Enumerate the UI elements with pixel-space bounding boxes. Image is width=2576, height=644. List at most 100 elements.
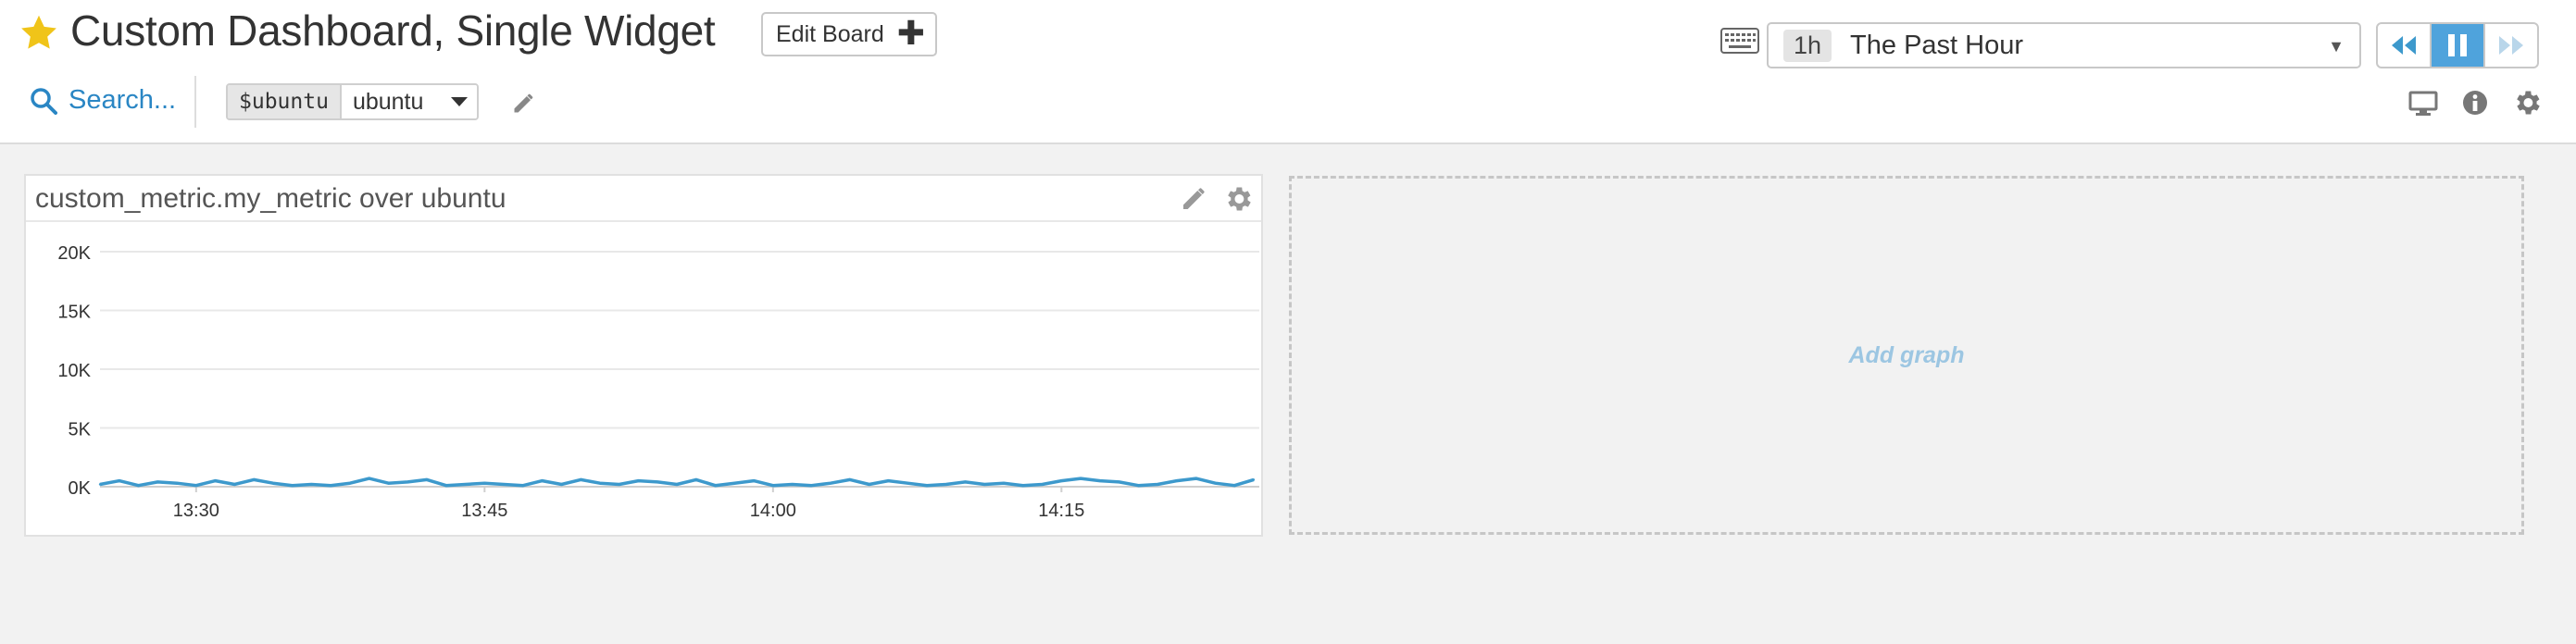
page-title: Custom Dashboard, Single Widget [70,6,716,55]
pencil-icon[interactable] [1180,183,1209,213]
data-point [848,478,852,481]
data-point [156,480,159,484]
data-point [233,483,236,486]
template-variable: $ubuntu ubuntu [226,83,479,120]
data-point [560,483,563,486]
data-point [406,480,409,484]
data-point [1157,483,1159,486]
y-tick-label: 5K [69,420,92,440]
search-label: Search... [69,85,177,115]
data-point [1002,482,1006,485]
data-point [310,483,313,486]
y-tick-label: 0K [69,478,92,499]
data-point [444,484,447,487]
pause-icon [2448,34,2467,56]
data-point [348,482,352,485]
add-graph-placeholder[interactable]: Add graph [1289,176,2524,535]
data-point [791,483,794,486]
timeseries-chart[interactable]: 0K 5K 10K 15K 20K 13:30 13:45 14:00 14:15 [26,224,1261,535]
data-point [1060,479,1063,482]
data-point [907,482,909,485]
info-icon[interactable] [2459,87,2491,118]
timeseries-widget: custom_metric.my_metric over ubuntu 0K 5K… [24,174,1263,537]
data-point [387,482,390,485]
data-point [1137,484,1140,487]
data-point [118,479,120,482]
gear-icon[interactable] [2511,87,2543,118]
data-point [330,484,332,487]
x-tick-label: 14:00 [750,501,796,521]
data-point [98,483,102,486]
data-point [1233,484,1236,487]
playback-controls [2376,22,2539,68]
data-point [580,478,582,481]
y-tick-label: 15K [57,303,91,323]
data-point [521,484,525,487]
data-point [214,479,217,482]
data-point [829,482,832,485]
search-icon [31,87,57,115]
data-point [675,483,679,486]
data-point [714,484,717,487]
data-point [887,479,890,482]
keyboard-icon[interactable] [1720,28,1759,54]
data-point [1252,478,1256,481]
data-point [541,479,544,482]
add-graph-label: Add graph [1848,341,1965,368]
data-point [868,483,870,486]
data-point [983,483,986,486]
data-point [637,479,640,482]
rewind-button[interactable] [2378,24,2430,67]
data-point [925,484,929,487]
data-point [694,478,697,481]
favorite-star-icon[interactable] [19,13,59,54]
data-point [502,483,506,486]
x-tick-label: 14:15 [1038,501,1084,521]
data-point [1175,479,1179,482]
data-point [175,482,179,485]
timeframe-select[interactable]: 1h The Past Hour ▼ [1767,22,2361,68]
fast-forward-icon [2499,36,2523,55]
data-point [752,479,756,482]
timeframe-label: The Past Hour [1850,30,2024,60]
search-button[interactable]: Search... [30,85,176,116]
edit-variables-pencil-icon[interactable] [511,90,537,116]
data-point [252,478,256,481]
toolbar-divider [194,76,196,128]
timeframe-badge: 1h [1783,29,1832,62]
data-point [1079,477,1082,480]
chevron-down-icon: ▼ [2328,37,2345,56]
template-variable-value: ubuntu [352,88,424,115]
y-tick-label: 10K [57,361,91,381]
data-point [194,484,197,487]
data-point [137,484,140,487]
edit-board-label: Edit Board [776,20,884,47]
data-point [733,482,736,485]
monitor-icon[interactable] [2407,87,2439,118]
data-point [483,482,486,485]
widget-title: custom_metric.my_metric over ubuntu [35,183,506,214]
data-point [1041,483,1044,486]
fast-forward-button[interactable] [2483,24,2537,67]
widget-title-bar: custom_metric.my_metric over ubuntu [26,176,1261,222]
data-point [1021,484,1025,487]
data-point [618,483,620,486]
y-tick-label: 20K [57,243,91,264]
data-point [771,484,774,487]
data-point [425,478,429,481]
data-point [810,484,813,487]
data-point [598,482,602,485]
pause-button[interactable] [2430,24,2483,67]
x-tick-label: 13:30 [173,501,219,521]
data-point [271,482,275,485]
data-point [1214,482,1217,485]
edit-board-button[interactable]: Edit Board ✚ [761,12,937,56]
template-variable-select[interactable]: ubuntu [341,85,477,118]
data-point [657,480,659,484]
data-point [1118,480,1120,484]
data-point [1098,479,1102,482]
template-variable-name: $ubuntu [228,85,342,118]
widget-gear-icon[interactable] [1222,183,1254,215]
data-point [291,484,294,487]
caret-down-icon [451,97,469,106]
